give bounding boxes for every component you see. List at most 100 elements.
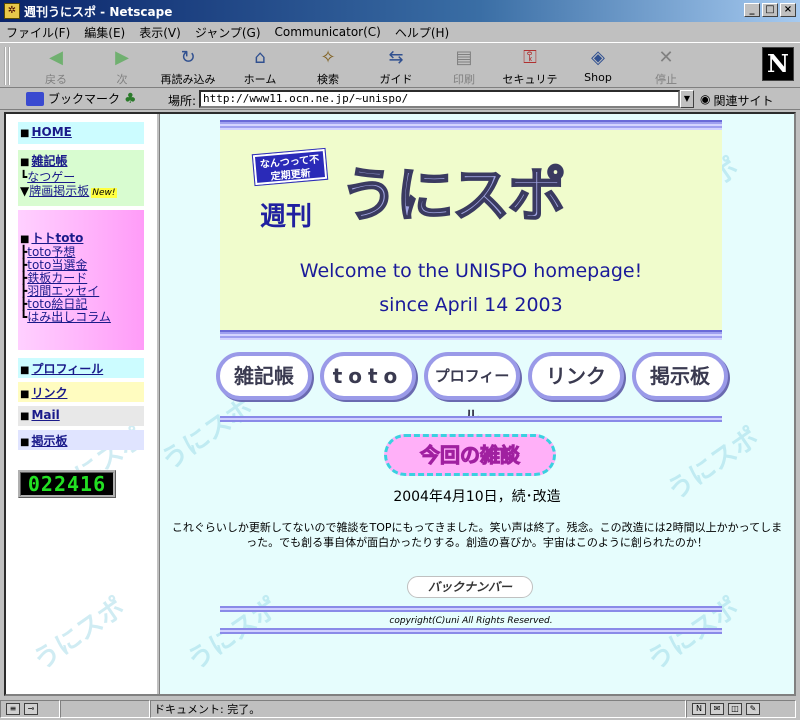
menu-edit[interactable]: 編集(E) [84,24,125,41]
home-label: ホーム [243,73,277,86]
nav-paiga-bbs-link[interactable]: 牌画掲示板 [29,184,89,198]
stop-label: 停止 [655,73,677,86]
left-nav-frame: うにスポ うにスポ うにスポ ■HOME ■雑記帳 ┗なつゲー ▼牌画掲示板Ne… [6,114,156,694]
location-toolbar: ブックマーク ♣ 場所: http://www11.ocn.ne.jp/~uni… [0,88,800,110]
guide-icon: ⇆ [388,47,404,68]
menu-go[interactable]: ジャンプ(G) [195,24,261,41]
mail-icon[interactable]: ✉ [710,703,724,715]
url-input[interactable]: http://www11.ocn.ne.jp/~unispo/ [199,90,680,108]
back-button[interactable]: ◀ 戻る [24,47,88,86]
stop-icon: ✕ [658,47,674,68]
news-date: 2004年4月10日，続･改造 [393,489,561,505]
main-nav-buttons: 雑記帳 toto プロフィール リンク 掲示板 [216,352,728,425]
copyright: copyright(C)uni All Rights Reserved. [389,616,553,626]
nav-zakki-link[interactable]: 雑記帳 [31,154,67,168]
tagline: なんつって不定期更新 [251,147,329,187]
home-icon: ⌂ [254,47,266,68]
nav-link: ■ リンク [18,382,144,402]
reload-icon: ↻ [180,47,196,68]
url-dropdown-button[interactable]: ▼ [680,90,694,108]
newsgroup-icon[interactable]: ◫ [728,703,742,715]
related-sites-icon: ◉ [700,92,711,106]
menu-communicator[interactable]: Communicator(C) [275,25,381,39]
reload-label: 再読み込み [160,73,216,86]
search-label: 検索 [317,73,339,86]
back-arrow-icon: ◀ [49,47,63,68]
link-button[interactable]: リンク [528,352,624,400]
visitor-counter: 022416 [18,470,116,498]
menu-view[interactable]: 表示(V) [139,24,181,41]
print-button[interactable]: ▤ 印刷 [432,47,496,86]
board-button[interactable]: 掲示板 [632,352,728,400]
menu-bar: ファイル(F) 編集(E) 表示(V) ジャンプ(G) Communicator… [0,22,800,42]
guide-button[interactable]: ⇆ ガイド [364,47,428,86]
nav-natsuge-link[interactable]: なつゲー [27,170,75,184]
nav-toto-link[interactable]: トトtoto [31,231,83,245]
forward-button[interactable]: ▶ 次 [90,47,154,86]
lock-icon: ⚿ [523,47,537,68]
nav-link-link[interactable]: リンク [31,386,67,400]
netscape-logo[interactable]: N [762,47,794,81]
print-icon: ▤ [455,47,473,68]
forward-arrow-icon: ▶ [115,47,129,68]
connection-icon: ≡ [6,703,20,715]
nav-profile: ■ プロフィール [18,358,144,378]
nav-board: ■ 掲示板 [18,430,144,450]
close-button[interactable]: × [780,3,796,17]
page-proxy-icon[interactable]: ♣ [124,91,137,107]
component-bar: N ✉ ◫ ✎ [686,700,796,718]
nav-mail-link[interactable]: Mail [31,408,59,422]
composer-icon[interactable]: ✎ [746,703,760,715]
divider-rule [220,628,722,634]
watermark: うにスポ [28,592,131,677]
window-controls: _ □ × [744,3,796,17]
toto-button[interactable]: toto [320,352,416,400]
reload-button[interactable]: ↻ 再読み込み [156,47,220,86]
nav-toto-item[interactable]: はみ出しコラム [27,310,111,324]
site-logo: うにスポ [339,160,567,230]
main-content-frame: うにスポ うにスポ うにスポ うにスポ うにスポ なんつって不定期更新 週刊 う… [156,114,794,694]
status-bar: ≡ ⊸ ドキュメント: 完了。 N ✉ ◫ ✎ [0,698,800,720]
back-label: 戻る [45,73,67,86]
page-viewport: うにスポ うにスポ うにスポ ■HOME ■雑記帳 ┗なつゲー ▼牌画掲示板Ne… [4,112,796,696]
nav-board-link[interactable]: 掲示板 [31,434,67,448]
shop-label: Shop [584,71,612,84]
toolbar-grip[interactable] [4,47,10,85]
forward-label: 次 [116,73,128,86]
minimize-button[interactable]: _ [744,3,760,17]
welcome-text: Welcome to the UNISPO homepage! [299,260,643,282]
nav-toto-item[interactable]: toto絵日記 [27,297,87,311]
window-title-bar: ✲ 週刊うにスポ - Netscape _ □ × [0,0,800,22]
home-button[interactable]: ⌂ ホーム [228,47,292,86]
navigator-icon[interactable]: N [692,703,706,715]
profile-button[interactable]: プロフィール [424,352,520,425]
shop-icon: ◈ [591,47,605,68]
search-button[interactable]: ✧ 検索 [296,47,360,86]
nav-toto-item[interactable]: toto当選金 [27,258,87,272]
bookmarks-button[interactable]: ブックマーク [26,90,120,107]
zakki-button[interactable]: 雑記帳 [216,352,312,400]
related-sites-button[interactable]: ◉ 関連サイト [700,92,774,109]
back-number-button[interactable]: バックナンバー [407,576,533,598]
security-button[interactable]: ⚿ セキュリティ [498,47,562,102]
maximize-button[interactable]: □ [762,3,778,17]
nav-toto-item[interactable]: toto予想 [27,245,75,259]
print-label: 印刷 [453,73,475,86]
nav-home: ■ HOME [18,122,144,144]
security-status[interactable]: ≡ ⊸ [0,700,60,718]
weekly-label: 週刊 [260,202,313,232]
since-text: since April 14 2003 [379,294,563,316]
menu-file[interactable]: ファイル(F) [6,24,70,41]
nav-profile-link[interactable]: プロフィール [31,362,103,376]
news-heading: 今回の雑談 [384,434,556,476]
progress-cell [60,700,150,718]
nav-toto-item[interactable]: 羽間エッセイ [27,284,99,298]
nav-home-link[interactable]: HOME [31,125,71,139]
divider-rule [220,416,722,422]
shop-button[interactable]: ◈ Shop [566,47,630,85]
menu-help[interactable]: ヘルプ(H) [395,24,449,41]
stop-button[interactable]: ✕ 停止 [634,47,698,86]
nav-zakki: ■ 雑記帳 ┗なつゲー ▼牌画掲示板 New! [18,150,144,206]
nav-toto-item[interactable]: 鉄板カード [27,271,87,285]
netscape-app-icon: ✲ [4,3,20,19]
